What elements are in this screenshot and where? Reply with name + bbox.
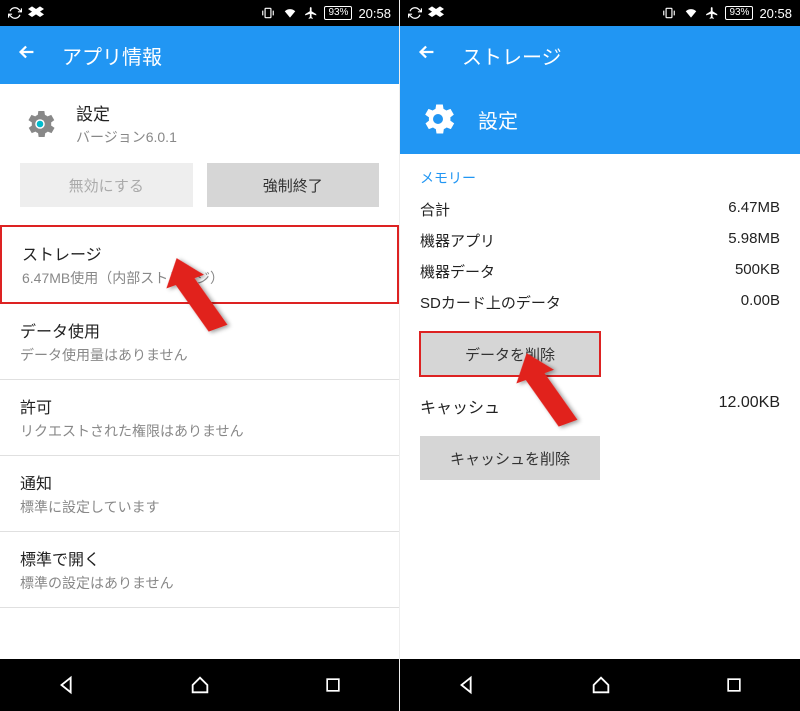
battery-indicator: 93% bbox=[725, 6, 753, 20]
app-version: バージョン6.0.1 bbox=[76, 127, 177, 147]
open-default-item[interactable]: 標準で開く 標準の設定はありません bbox=[0, 532, 399, 608]
status-bar: 93% 20:58 bbox=[400, 0, 800, 26]
data-usage-sub: データ使用量はありません bbox=[20, 345, 379, 365]
app-bar-title: ストレージ bbox=[462, 41, 562, 70]
airplane-icon bbox=[705, 6, 719, 20]
notifications-item[interactable]: 通知 標準に設定しています bbox=[0, 456, 399, 532]
gear-icon bbox=[20, 104, 60, 144]
dropbox-icon bbox=[28, 6, 44, 20]
row-app: 機器アプリ5.98MB bbox=[400, 225, 800, 256]
permissions-title: 許可 bbox=[20, 394, 379, 418]
phone-right: 93% 20:58 ストレージ 設定 メモリー 合計6.47MB 機器アプリ5.… bbox=[400, 0, 800, 711]
row-total: 合計6.47MB bbox=[400, 194, 800, 225]
app-bar: アプリ情報 bbox=[0, 26, 399, 84]
app-name: 設定 bbox=[478, 105, 518, 134]
airplane-icon bbox=[304, 6, 318, 20]
wifi-icon bbox=[683, 6, 699, 20]
nav-bar bbox=[0, 659, 399, 711]
app-name: 設定 bbox=[76, 100, 177, 125]
permissions-item[interactable]: 許可 リクエストされた権限はありません bbox=[0, 380, 399, 456]
vibrate-icon bbox=[260, 6, 276, 20]
refresh-icon bbox=[408, 6, 422, 20]
vibrate-icon bbox=[661, 6, 677, 20]
refresh-icon bbox=[8, 6, 22, 20]
content-area: 設定 バージョン6.0.1 無効にする 強制終了 ストレージ 6.47MB使用（… bbox=[0, 84, 399, 659]
clear-cache-button[interactable]: キャッシュを削除 bbox=[420, 436, 600, 480]
nav-back-button[interactable] bbox=[456, 674, 478, 696]
storage-sub: 6.47MB使用（内部ストレージ） bbox=[22, 268, 377, 288]
back-button[interactable] bbox=[16, 41, 38, 69]
notifications-title: 通知 bbox=[20, 470, 379, 494]
status-bar: 93% 20:58 bbox=[0, 0, 399, 26]
dropbox-icon bbox=[428, 6, 444, 20]
gear-icon bbox=[416, 97, 460, 141]
battery-indicator: 93% bbox=[324, 6, 352, 20]
storage-title: ストレージ bbox=[22, 241, 377, 265]
cache-value: 12.00KB bbox=[719, 394, 780, 418]
app-bar-title: アプリ情報 bbox=[62, 41, 162, 70]
storage-item[interactable]: ストレージ 6.47MB使用（内部ストレージ） bbox=[0, 225, 399, 304]
nav-bar bbox=[400, 659, 800, 711]
nav-recent-button[interactable] bbox=[323, 675, 343, 695]
clock: 20:58 bbox=[358, 6, 391, 21]
wifi-icon bbox=[282, 6, 298, 20]
cache-label: キャッシュ bbox=[420, 394, 500, 418]
sub-header: 設定 bbox=[400, 84, 800, 154]
app-header: 設定 バージョン6.0.1 bbox=[0, 84, 399, 163]
open-default-title: 標準で開く bbox=[20, 546, 379, 570]
memory-section-label: メモリー bbox=[400, 154, 800, 194]
phone-left: 93% 20:58 アプリ情報 設定 バージョン6.0.1 無効にする bbox=[0, 0, 400, 711]
force-stop-button[interactable]: 強制終了 bbox=[207, 163, 380, 207]
content-area: メモリー 合計6.47MB 機器アプリ5.98MB 機器データ500KB SDカ… bbox=[400, 154, 800, 659]
clear-data-button[interactable]: データを削除 bbox=[420, 332, 600, 376]
row-sd: SDカード上のデータ0.00B bbox=[400, 287, 800, 318]
data-usage-item[interactable]: データ使用 データ使用量はありません bbox=[0, 304, 399, 380]
nav-back-button[interactable] bbox=[56, 674, 78, 696]
nav-home-button[interactable] bbox=[590, 674, 612, 696]
open-default-sub: 標準の設定はありません bbox=[20, 573, 379, 593]
data-usage-title: データ使用 bbox=[20, 318, 379, 342]
back-button[interactable] bbox=[416, 41, 438, 69]
notifications-sub: 標準に設定しています bbox=[20, 497, 379, 517]
row-data: 機器データ500KB bbox=[400, 256, 800, 287]
permissions-sub: リクエストされた権限はありません bbox=[20, 421, 379, 441]
clock: 20:58 bbox=[759, 6, 792, 21]
nav-home-button[interactable] bbox=[189, 674, 211, 696]
disable-button: 無効にする bbox=[20, 163, 193, 207]
app-bar: ストレージ bbox=[400, 26, 800, 84]
nav-recent-button[interactable] bbox=[724, 675, 744, 695]
